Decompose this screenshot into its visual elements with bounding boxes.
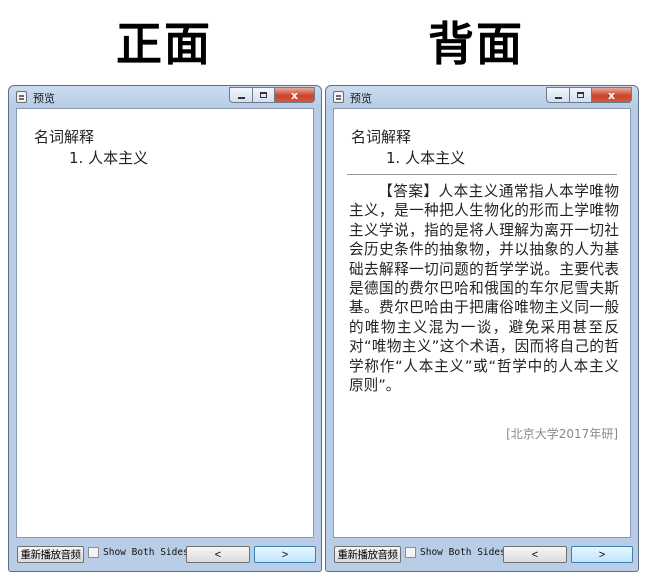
- window-controls: x: [546, 87, 632, 103]
- minimize-button[interactable]: [229, 87, 253, 103]
- back-heading: 背面: [428, 17, 524, 71]
- replay-audio-button[interactable]: 重新播放音频: [334, 546, 401, 563]
- maximize-button[interactable]: [570, 87, 592, 103]
- front-preview-window: 预览 x 名词解释 1. 人本主义 重新播放音频 Show Both Sides…: [8, 85, 322, 572]
- front-heading: 正面: [116, 17, 212, 71]
- window-title: 预览: [33, 92, 55, 105]
- previous-button[interactable]: <: [186, 546, 250, 563]
- title-bar[interactable]: 预览 x: [326, 86, 638, 108]
- question-item: 1. 人本主义: [386, 149, 466, 167]
- answer-source: [北京大学2017年研]: [506, 427, 618, 441]
- card-front-content: 名词解释 1. 人本主义: [16, 108, 314, 538]
- previous-button[interactable]: <: [503, 546, 567, 563]
- minimize-button[interactable]: [546, 87, 570, 103]
- window-title: 预览: [350, 92, 372, 105]
- answer-text: 【答案】人本主义通常指人本学唯物主义，是一种把人生物化的形而上学唯物主义学说，指…: [349, 183, 619, 395]
- title-bar[interactable]: 预览 x: [9, 86, 321, 108]
- question-title: 名词解释: [351, 128, 412, 146]
- maximize-icon: [577, 92, 584, 98]
- question-item: 1. 人本主义: [69, 149, 149, 167]
- preview-app-icon: [16, 91, 27, 103]
- close-icon: x: [607, 88, 616, 102]
- minimize-icon: [237, 96, 245, 99]
- replay-audio-button[interactable]: 重新播放音频: [17, 546, 84, 563]
- show-both-sides-toggle[interactable]: Show Both Sides: [405, 547, 506, 558]
- preview-app-icon: [333, 91, 344, 103]
- show-both-sides-toggle[interactable]: Show Both Sides: [88, 547, 189, 558]
- show-both-sides-checkbox[interactable]: [88, 547, 99, 558]
- maximize-icon: [260, 92, 267, 98]
- show-both-sides-label: Show Both Sides: [420, 547, 506, 558]
- card-back-content: 名词解释 1. 人本主义 【答案】人本主义通常指人本学唯物主义，是一种把人生物化…: [333, 108, 631, 538]
- close-icon: x: [290, 88, 299, 102]
- maximize-button[interactable]: [253, 87, 275, 103]
- question-title: 名词解释: [34, 128, 95, 146]
- minimize-icon: [554, 96, 562, 99]
- next-button[interactable]: >: [254, 546, 316, 563]
- show-both-sides-label: Show Both Sides: [103, 547, 189, 558]
- answer-divider: [347, 174, 617, 175]
- show-both-sides-checkbox[interactable]: [405, 547, 416, 558]
- close-button[interactable]: x: [592, 87, 632, 103]
- close-button[interactable]: x: [275, 87, 315, 103]
- back-preview-window: 预览 x 名词解释 1. 人本主义 【答案】人本主义通常指人本学唯物主义，是一种…: [325, 85, 639, 572]
- window-controls: x: [229, 87, 315, 103]
- bottom-bar: 重新播放音频 Show Both Sides < >: [16, 543, 316, 565]
- next-button[interactable]: >: [571, 546, 633, 563]
- bottom-bar: 重新播放音频 Show Both Sides < >: [333, 543, 633, 565]
